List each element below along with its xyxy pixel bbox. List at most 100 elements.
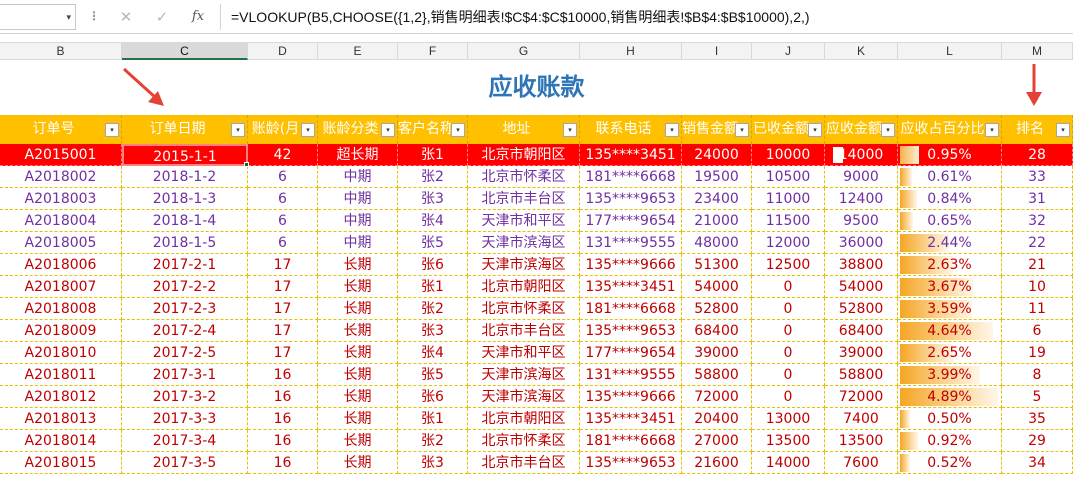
cell-category[interactable]: 长期 (318, 452, 398, 474)
cell-date[interactable]: 2017-3-2 (122, 386, 248, 408)
cell-category[interactable]: 中期 (318, 232, 398, 254)
column-header-k[interactable]: K (825, 43, 898, 60)
column-header-m[interactable]: M (1002, 43, 1073, 60)
cell-sales[interactable]: 20400 (682, 408, 752, 430)
cell-receivable[interactable]: 39000 (825, 342, 898, 364)
cell-id[interactable]: A2018005 (0, 232, 122, 254)
cell-received[interactable]: 14000 (752, 452, 825, 474)
cell-customer[interactable]: 张5 (398, 364, 468, 386)
cell-received[interactable]: 11500 (752, 210, 825, 232)
column-header-i[interactable]: I (682, 43, 752, 60)
cell-receivable[interactable]: 12400 (825, 188, 898, 210)
cell-date[interactable]: 2017-3-4 (122, 430, 248, 452)
cell-sales[interactable]: 24000 (682, 144, 752, 166)
cell-pct[interactable]: 4.64% (898, 320, 1002, 342)
cell-receivable[interactable]: 13500 (825, 430, 898, 452)
cell-pct[interactable]: 2.65% (898, 342, 1002, 364)
cell-rank[interactable]: 6 (1002, 320, 1073, 342)
filter-dropdown-icon[interactable]: ▾ (665, 123, 679, 137)
cell-address[interactable]: 天津市滨海区 (468, 232, 580, 254)
cell-received[interactable]: 10000 (752, 144, 825, 166)
cell-receivable[interactable]: 9000 (825, 166, 898, 188)
cell-customer[interactable]: 张6 (398, 386, 468, 408)
cell-sales[interactable]: 72000 (682, 386, 752, 408)
cell-age[interactable]: 16 (248, 386, 318, 408)
column-header-j[interactable]: J (752, 43, 825, 60)
cell-category[interactable]: 长期 (318, 320, 398, 342)
cell-age[interactable]: 6 (248, 166, 318, 188)
cell-rank[interactable]: 10 (1002, 276, 1073, 298)
cell-receivable[interactable]: 52800 (825, 298, 898, 320)
cell-received[interactable]: 13500 (752, 430, 825, 452)
cell-id[interactable]: A2018007 (0, 276, 122, 298)
column-header-l[interactable]: L (898, 43, 1002, 60)
cell-rank[interactable]: 22 (1002, 232, 1073, 254)
cell-pct[interactable]: 0.50% (898, 408, 1002, 430)
cell-pct[interactable]: 4.89% (898, 386, 1002, 408)
cell-receivable[interactable]: 54000 (825, 276, 898, 298)
cell-phone[interactable]: 135****9653 (580, 452, 682, 474)
cell-category[interactable]: 长期 (318, 386, 398, 408)
cell-sales[interactable]: 21600 (682, 452, 752, 474)
cell-rank[interactable]: 34 (1002, 452, 1073, 474)
cell-receivable[interactable]: 7600 (825, 452, 898, 474)
cell-received[interactable]: 12000 (752, 232, 825, 254)
cell-category[interactable]: 超长期 (318, 144, 398, 166)
cell-customer[interactable]: 张4 (398, 210, 468, 232)
cell-id[interactable]: A2018013 (0, 408, 122, 430)
cell-address[interactable]: 天津市和平区 (468, 342, 580, 364)
cell-phone[interactable]: 135****3451 (580, 276, 682, 298)
cell-pct[interactable]: 0.52% (898, 452, 1002, 474)
cell-phone[interactable]: 135****3451 (580, 144, 682, 166)
cell-address[interactable]: 北京市怀柔区 (468, 298, 580, 320)
filter-dropdown-icon[interactable]: ▾ (1056, 123, 1070, 137)
cell-id[interactable]: A2018010 (0, 342, 122, 364)
filter-dropdown-icon[interactable]: ▾ (231, 123, 245, 137)
filter-dropdown-icon[interactable]: ▾ (381, 123, 395, 137)
filter-dropdown-icon[interactable]: ▾ (808, 123, 822, 137)
cell-age[interactable]: 17 (248, 320, 318, 342)
cell-received[interactable]: 0 (752, 386, 825, 408)
cell-customer[interactable]: 张2 (398, 166, 468, 188)
cell-customer[interactable]: 张3 (398, 320, 468, 342)
cell-id[interactable]: A2018008 (0, 298, 122, 320)
cell-date[interactable]: 2017-2-1 (122, 254, 248, 276)
cell-phone[interactable]: 135****9653 (580, 188, 682, 210)
cell-sales[interactable]: 58800 (682, 364, 752, 386)
cell-category[interactable]: 中期 (318, 188, 398, 210)
cell-received[interactable]: 0 (752, 298, 825, 320)
cell-received[interactable]: 12500 (752, 254, 825, 276)
cell-age[interactable]: 16 (248, 364, 318, 386)
cell-id[interactable]: A2018002 (0, 166, 122, 188)
cell-sales[interactable]: 68400 (682, 320, 752, 342)
filter-dropdown-icon[interactable]: ▾ (881, 123, 895, 137)
cell-id[interactable]: A2018014 (0, 430, 122, 452)
filter-dropdown-icon[interactable]: ▾ (451, 123, 465, 137)
cell-received[interactable]: 0 (752, 276, 825, 298)
cell-phone[interactable]: 131****9555 (580, 232, 682, 254)
cell-phone[interactable]: 181****6668 (580, 430, 682, 452)
cell-pct[interactable]: 0.92% (898, 430, 1002, 452)
cell-pct[interactable]: 3.99% (898, 364, 1002, 386)
cell-rank[interactable]: 8 (1002, 364, 1073, 386)
insert-function-icon[interactable]: fx (186, 6, 210, 28)
cell-customer[interactable]: 张5 (398, 232, 468, 254)
cell-age[interactable]: 17 (248, 298, 318, 320)
cell-rank[interactable]: 35 (1002, 408, 1073, 430)
cell-category[interactable]: 长期 (318, 298, 398, 320)
column-header-h[interactable]: H (580, 43, 682, 60)
cell-address[interactable]: 北京市朝阳区 (468, 144, 580, 166)
cell-customer[interactable]: 张2 (398, 298, 468, 320)
cell-rank[interactable]: 29 (1002, 430, 1073, 452)
cell-receivable[interactable]: 9500 (825, 210, 898, 232)
cell-age[interactable]: 17 (248, 342, 318, 364)
cell-age[interactable]: 16 (248, 452, 318, 474)
cell-address[interactable]: 北京市丰台区 (468, 320, 580, 342)
cell-date[interactable]: 2017-3-1 (122, 364, 248, 386)
fill-handle[interactable] (244, 162, 249, 167)
cell-sales[interactable]: 27000 (682, 430, 752, 452)
cell-age[interactable]: 16 (248, 408, 318, 430)
cell-phone[interactable]: 177****9654 (580, 342, 682, 364)
cell-age[interactable]: 42 (248, 144, 318, 166)
filter-dropdown-icon[interactable]: ▾ (735, 123, 749, 137)
